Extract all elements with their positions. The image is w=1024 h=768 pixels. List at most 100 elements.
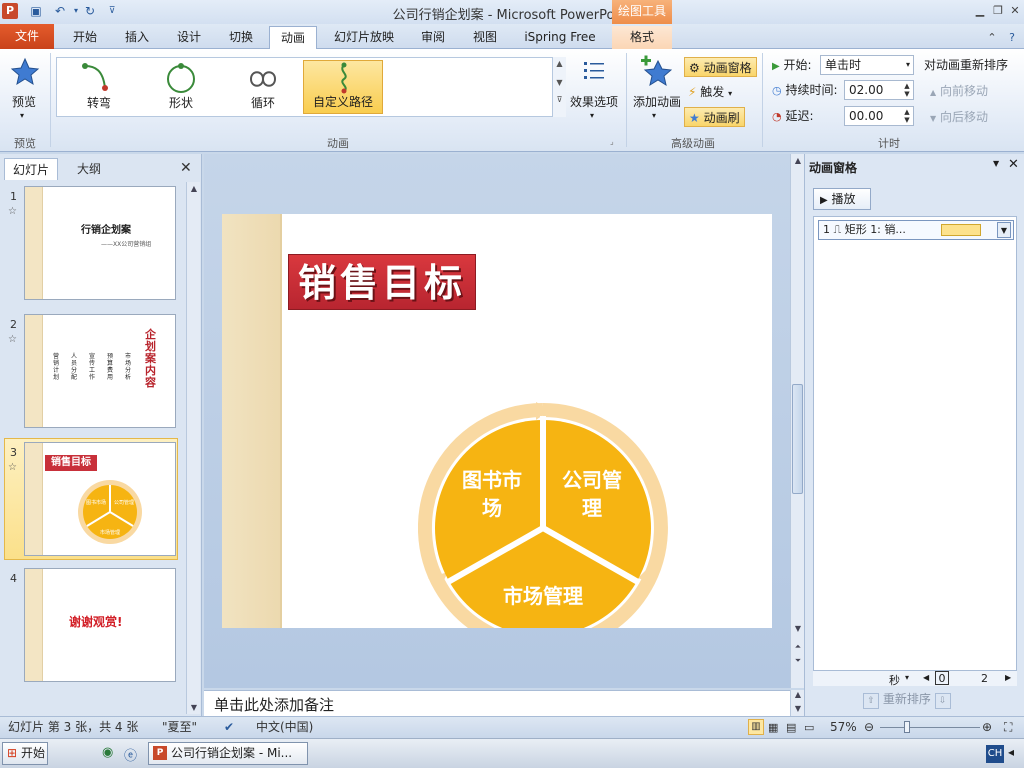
reorder-down-icon[interactable]: ⇩ bbox=[934, 693, 951, 709]
preview-button[interactable]: 预览 bbox=[6, 93, 42, 110]
tab-home[interactable]: 开始 bbox=[62, 26, 108, 49]
editor-scrollbar[interactable]: ▲ ▼ ⏶ ⏷ bbox=[790, 154, 804, 688]
move-later-button[interactable]: ▼ 向后移动 bbox=[930, 107, 988, 127]
effect-options-dropdown-icon[interactable]: ▾ bbox=[590, 111, 594, 120]
tab-animations[interactable]: 动画 bbox=[269, 26, 317, 50]
close-pane-icon[interactable]: ✕ bbox=[1008, 157, 1019, 172]
scroll-thumb[interactable] bbox=[792, 384, 803, 494]
slide-thumbnail-1[interactable]: 行销企划案 ——XX公司营销组 bbox=[24, 186, 176, 300]
next-slide-icon[interactable]: ⏷ bbox=[791, 656, 805, 666]
play-button[interactable]: ▶ 播放 bbox=[813, 188, 871, 210]
slide-thumbnail-3[interactable]: 销售目标 图书市场 公司管理 市场管理 bbox=[24, 442, 176, 556]
start-select[interactable]: 单击时 ▾ bbox=[820, 55, 914, 75]
gallery-item-shape[interactable]: 形状 bbox=[141, 60, 221, 114]
slide-thumbnail-2[interactable]: 企划案内容 营销计划 人员分配 宣传工作 预算费用 市场分析 bbox=[24, 314, 176, 428]
zoom-slider[interactable] bbox=[880, 727, 980, 728]
taskbar-powerpoint-item[interactable]: P 公司行销企划案 - Mi... bbox=[148, 742, 308, 765]
scroll-down-icon[interactable]: ▼ bbox=[791, 704, 805, 713]
tab-transitions[interactable]: 切换 bbox=[218, 26, 264, 49]
slides-scrollbar[interactable]: ▲ ▼ bbox=[186, 182, 200, 714]
gallery-scroll[interactable]: ▲ ▼ ⊽ bbox=[552, 57, 566, 117]
theme-name[interactable]: "夏至" bbox=[162, 717, 197, 738]
language[interactable]: 中文(中国) bbox=[256, 717, 313, 738]
slide-sorter-icon[interactable]: ▦ bbox=[768, 717, 778, 738]
timeline-unit-dropdown-icon[interactable]: ▾ bbox=[905, 673, 909, 682]
timeline-right-icon[interactable]: ▶ bbox=[1005, 673, 1011, 682]
tab-view[interactable]: 视图 bbox=[462, 26, 508, 49]
scroll-down-icon[interactable]: ▼ bbox=[187, 703, 201, 712]
notes-pane[interactable]: 单击此处添加备注 bbox=[204, 690, 790, 716]
desktop-icon[interactable]: ◉ bbox=[102, 745, 113, 760]
scroll-up-icon[interactable]: ▲ bbox=[791, 156, 805, 165]
tab-file[interactable]: 文件 bbox=[0, 24, 54, 49]
start-button[interactable]: ⊞ 开始 bbox=[2, 742, 48, 765]
move-earlier-button[interactable]: ▲ 向前移动 bbox=[930, 81, 988, 101]
animation-list[interactable]: 1 ⎍ 矩形 1: 销... ▼ bbox=[813, 216, 1017, 686]
gallery-more-icon[interactable]: ⊽ bbox=[553, 95, 566, 104]
slide-thumbnail-4[interactable]: 谢谢观赏! bbox=[24, 568, 176, 682]
animation-pane-button[interactable]: ⚙ 动画窗格 bbox=[684, 57, 757, 77]
add-animation-button[interactable]: 添加动画 bbox=[630, 93, 684, 110]
ime-indicator[interactable]: CH bbox=[986, 745, 1004, 763]
spellcheck-icon[interactable]: ✔ bbox=[224, 717, 234, 738]
zoom-out-icon[interactable]: ⊖ bbox=[864, 717, 874, 738]
segment-label-market-management[interactable]: 市场管理 bbox=[484, 582, 602, 610]
scroll-down-icon[interactable]: ▼ bbox=[791, 624, 805, 633]
animation-painter-button[interactable]: ★ 动画刷 bbox=[684, 107, 745, 127]
slide-title[interactable]: 销售目标 bbox=[288, 254, 476, 310]
tab-outline[interactable]: 大纲 bbox=[60, 158, 118, 180]
zoom-level[interactable]: 57% bbox=[830, 717, 857, 738]
tab-ispring[interactable]: iSpring Free bbox=[518, 26, 602, 49]
gallery-up-icon[interactable]: ▲ bbox=[553, 59, 566, 68]
segment-label-book-market[interactable]: 图书市 场 bbox=[450, 466, 534, 522]
scroll-up-icon[interactable]: ▲ bbox=[187, 184, 201, 193]
gallery-item-turn[interactable]: 转弯 bbox=[59, 60, 139, 114]
tab-slideshow[interactable]: 幻灯片放映 bbox=[326, 26, 402, 49]
slideshow-icon[interactable]: ▭ bbox=[804, 717, 814, 738]
normal-view-icon[interactable]: ▥ bbox=[748, 719, 764, 735]
duration-input[interactable]: 02.00 ▲ ▼ bbox=[844, 80, 914, 100]
slide-canvas[interactable]: 销售目标 图书市 场 公司管 理 市场管理 bbox=[222, 214, 772, 628]
tab-format[interactable]: 格式 bbox=[612, 26, 672, 49]
pane-options-icon[interactable]: ▼ bbox=[993, 159, 999, 168]
zoom-slider-thumb[interactable] bbox=[904, 721, 910, 733]
animation-gallery[interactable]: 转弯 形状 循环 自定义路径 bbox=[56, 57, 566, 117]
effect-options-icon[interactable] bbox=[582, 59, 606, 83]
tab-slides[interactable]: 幻灯片 bbox=[4, 158, 58, 180]
prev-slide-icon[interactable]: ⏶ bbox=[791, 642, 805, 652]
reorder-up-icon[interactable]: ⇧ bbox=[863, 693, 879, 709]
restore-icon[interactable]: ❐ bbox=[990, 3, 1006, 19]
ime-options-icon[interactable]: ◂ bbox=[1008, 745, 1014, 759]
animation-item[interactable]: 1 ⎍ 矩形 1: 销... ▼ bbox=[818, 220, 1014, 240]
close-icon[interactable]: ✕ bbox=[1007, 3, 1023, 19]
help-icon[interactable]: ? bbox=[1004, 30, 1020, 46]
delay-input[interactable]: 00.00 ▲ ▼ bbox=[844, 106, 914, 126]
gallery-item-custom-path[interactable]: 自定义路径 bbox=[303, 60, 383, 114]
timeline-left-icon[interactable]: ◀ bbox=[923, 673, 929, 682]
delay-spinner-icon[interactable]: ▲ ▼ bbox=[902, 108, 912, 124]
fit-window-icon[interactable]: ⛶ bbox=[1004, 717, 1012, 738]
animation-item-dropdown-icon[interactable]: ▼ bbox=[997, 222, 1011, 238]
tab-design[interactable]: 设计 bbox=[166, 26, 212, 49]
minimize-icon[interactable]: ▁ bbox=[972, 3, 988, 19]
gallery-down-icon[interactable]: ▼ bbox=[553, 78, 566, 87]
reading-view-icon[interactable]: ▤ bbox=[786, 717, 796, 738]
scroll-up-icon[interactable]: ▲ bbox=[791, 690, 805, 699]
preview-star-icon[interactable] bbox=[10, 57, 40, 87]
timeline-unit[interactable]: 秒 bbox=[889, 672, 900, 688]
add-animation-dropdown-icon[interactable]: ▾ bbox=[652, 111, 656, 120]
tab-review[interactable]: 审阅 bbox=[410, 26, 456, 49]
dialog-launcher-icon[interactable]: ⌟ bbox=[610, 137, 614, 146]
zoom-in-icon[interactable]: ⊕ bbox=[982, 717, 992, 738]
segment-label-company-management[interactable]: 公司管 理 bbox=[550, 466, 634, 522]
notes-scrollbar[interactable]: ▲ ▼ bbox=[790, 690, 804, 716]
preview-dropdown-icon[interactable]: ▾ bbox=[20, 111, 24, 120]
add-animation-star-icon[interactable] bbox=[640, 55, 673, 89]
effect-options-button[interactable]: 效果选项 bbox=[568, 93, 620, 110]
tab-insert[interactable]: 插入 bbox=[114, 26, 160, 49]
duration-spinner-icon[interactable]: ▲ ▼ bbox=[902, 82, 912, 98]
gallery-item-loop[interactable]: 循环 bbox=[223, 60, 303, 114]
ribbon-collapse-icon[interactable]: ⌃ bbox=[984, 30, 1000, 46]
trigger-button[interactable]: ⚡ 触发 ▾ bbox=[688, 82, 732, 102]
close-panel-icon[interactable]: ✕ bbox=[180, 160, 192, 176]
